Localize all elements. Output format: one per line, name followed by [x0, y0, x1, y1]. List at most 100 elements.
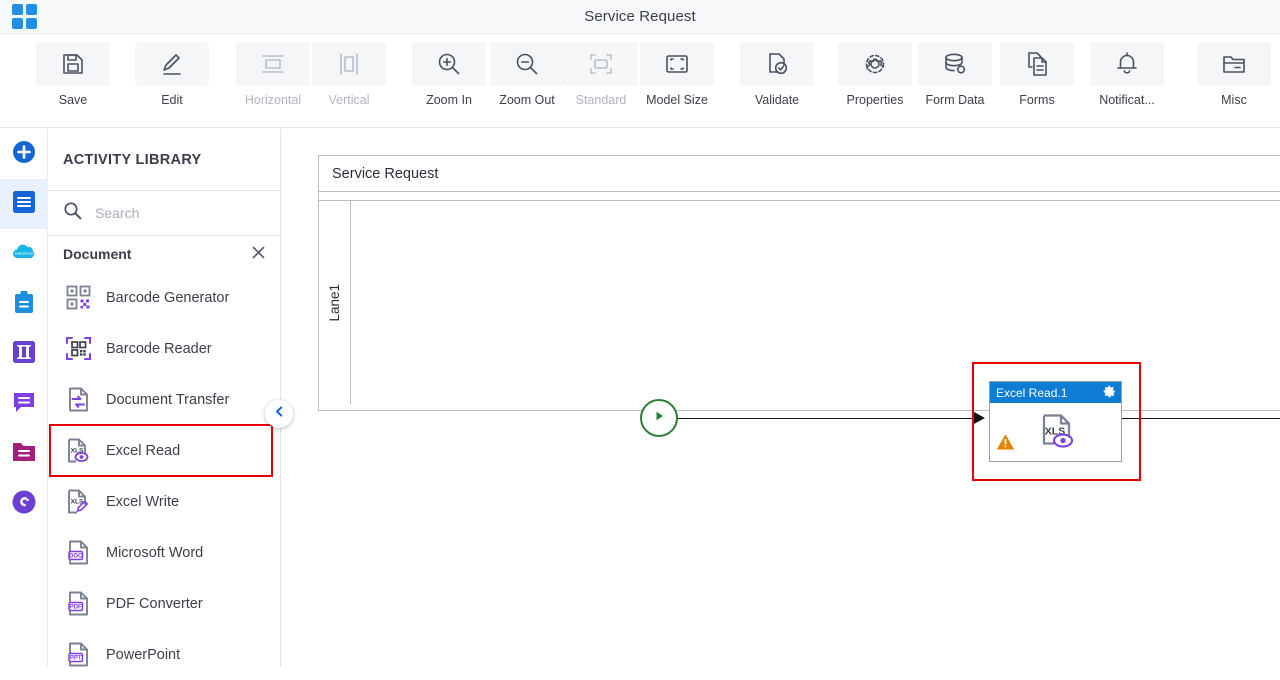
toolbar-button-model-size[interactable]: Model Size — [640, 42, 714, 107]
excel-read-icon: XLS — [63, 436, 93, 466]
activity-item-label: PDF Converter — [106, 595, 203, 612]
forms-copy-icon — [1000, 42, 1074, 86]
activity-item-excel-write[interactable]: XLS Excel Write — [48, 476, 280, 527]
activity-item-label: PowerPoint — [106, 646, 181, 663]
edge-task-to-end — [1122, 418, 1280, 419]
toolbar-button-standard: Standard — [564, 42, 638, 107]
rail-item-salesforce-cloud[interactable]: salesforce — [0, 229, 48, 279]
task-node-header: Excel Read.1 — [990, 382, 1121, 403]
validate-doc-check-icon — [740, 42, 814, 86]
toolbar-button-zoom-out[interactable]: Zoom Out — [490, 42, 564, 107]
panel-collapse-button[interactable] — [265, 400, 293, 428]
activity-item-label: Microsoft Word — [106, 544, 204, 561]
excel-read-icon: XLS — [1033, 408, 1079, 459]
library-search-row[interactable] — [48, 191, 280, 236]
toolbar-button-form-data[interactable]: Form Data — [918, 42, 992, 107]
toolbar-button-notificat[interactable]: Notificat... — [1090, 42, 1164, 107]
toolbar-label: Form Data — [925, 93, 985, 107]
save-disk-icon — [36, 42, 110, 86]
rail-item-menu-lines[interactable] — [0, 179, 48, 229]
toolbar-button-misc[interactable]: Misc — [1197, 42, 1271, 107]
activity-list: Barcode Generator Barcode Reader Document … — [48, 272, 280, 680]
task-node-title: Excel Read.1 — [996, 385, 1068, 400]
align-horizontal-icon — [236, 42, 310, 86]
toolbar-label: Vertical — [328, 93, 370, 107]
svg-text:DOC: DOC — [69, 554, 83, 560]
rail-item-folder-lines[interactable] — [0, 429, 48, 479]
activity-item-label: Document Transfer — [106, 391, 230, 408]
toolbar-button-horizontal: Horizontal — [236, 42, 310, 107]
toolbar-button-edit[interactable]: Edit — [135, 42, 209, 107]
diagram-canvas[interactable]: Service Request Lane1 Excel Read.1 XLS — [281, 129, 1280, 667]
search-icon — [63, 201, 82, 225]
chat-bubble-icon — [11, 389, 37, 420]
svg-text:PPT: PPT — [69, 656, 81, 662]
toolbar-button-forms[interactable]: Forms — [1000, 42, 1074, 107]
toolbar-button-properties[interactable]: Properties — [838, 42, 912, 107]
start-play-icon — [652, 409, 666, 428]
toolbar-label: Horizontal — [244, 93, 302, 107]
grid-apps-icon[interactable] — [12, 4, 38, 30]
word-doc-icon: DOC — [63, 538, 93, 568]
svg-text:salesforce: salesforce — [15, 250, 34, 255]
activity-library-title: ACTIVITY LIBRARY — [48, 129, 280, 191]
rail-item-clipboard[interactable] — [0, 279, 48, 329]
toolbar-label: Misc — [1221, 93, 1247, 107]
pdf-doc-icon: PDF — [63, 589, 93, 619]
barcode-reader-icon — [63, 334, 93, 364]
database-icon — [918, 42, 992, 86]
activity-item-label: Excel Read — [106, 442, 181, 459]
activity-item-barcode-generator[interactable]: Barcode Generator — [48, 272, 280, 323]
rail-item-chat-bubble[interactable] — [0, 379, 48, 429]
folder-icon — [1197, 42, 1271, 86]
toolbar-label: Notificat... — [1099, 93, 1155, 107]
activity-item-microsoft-word[interactable]: DOC Microsoft Word — [48, 527, 280, 578]
toolbar-label: Model Size — [646, 93, 708, 107]
lane-header: Lane1 — [319, 200, 351, 404]
model-size-icon — [640, 42, 714, 86]
toolbar-label: Forms — [1019, 93, 1055, 107]
lane-label: Lane1 — [327, 283, 342, 322]
gear-icon[interactable] — [1103, 385, 1116, 401]
title-bar: Service Request — [0, 0, 1280, 34]
svg-text:XLS: XLS — [1044, 426, 1064, 438]
toolbar-label: Properties — [846, 93, 904, 107]
warning-triangle-icon — [996, 433, 1015, 456]
align-vertical-icon — [312, 42, 386, 86]
activity-item-excel-read[interactable]: XLS Excel Read — [49, 424, 273, 477]
menu-lines-icon — [11, 189, 37, 220]
page-title: Service Request — [584, 8, 696, 25]
toolbar-label: Save — [58, 93, 88, 107]
search-input[interactable] — [93, 204, 243, 222]
toolbar-button-zoom-in[interactable]: Zoom In — [412, 42, 486, 107]
plus-circle-icon — [11, 139, 37, 170]
clipboard-icon — [11, 289, 37, 320]
activity-item-barcode-reader[interactable]: Barcode Reader — [48, 323, 280, 374]
rail-item-columns[interactable] — [0, 329, 48, 379]
start-event-node[interactable] — [640, 399, 678, 437]
main-toolbar: Save Edit Horizontal Vertical Zoom In Zoom Ou… — [0, 34, 1280, 128]
activity-item-document-transfer[interactable]: Document Transfer — [48, 374, 280, 425]
rail-item-swirl-brand[interactable] — [0, 479, 48, 529]
ppt-doc-icon: PPT — [63, 640, 93, 670]
excel-write-icon: XLS — [63, 487, 93, 517]
swirl-brand-icon — [11, 489, 37, 520]
library-group-header: Document — [48, 236, 280, 272]
toolbar-button-save[interactable]: Save — [36, 42, 110, 107]
chevron-left-icon — [273, 405, 286, 423]
zoom-out-icon — [490, 42, 564, 86]
activity-item-pdf-converter[interactable]: PDF PDF Converter — [48, 578, 280, 629]
close-icon[interactable] — [251, 245, 266, 263]
toolbar-label: Validate — [754, 93, 800, 107]
activity-item-label: Barcode Generator — [106, 289, 230, 306]
standard-size-icon — [564, 42, 638, 86]
bell-icon — [1090, 42, 1164, 86]
toolbar-label: Standard — [575, 93, 627, 107]
rail-item-plus-circle[interactable] — [0, 129, 48, 179]
activity-item-powerpoint[interactable]: PPT PowerPoint — [48, 629, 280, 680]
task-node-excel-read[interactable]: Excel Read.1 XLS — [989, 381, 1122, 462]
svg-text:PDF: PDF — [69, 605, 81, 611]
barcode-generator-icon — [63, 283, 93, 313]
activity-item-label: Barcode Reader — [106, 340, 212, 357]
toolbar-button-validate[interactable]: Validate — [740, 42, 814, 107]
